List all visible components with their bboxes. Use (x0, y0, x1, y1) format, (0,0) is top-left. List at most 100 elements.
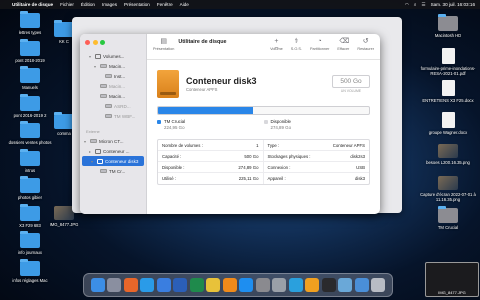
search-icon[interactable]: ⌕ (414, 2, 417, 7)
toolbar-button-restaurer[interactable]: ↺ Restaurer (357, 38, 374, 51)
sidebar-item[interactable]: Inst... (80, 71, 146, 81)
info-value: disk3 (354, 176, 365, 181)
mail-icon[interactable] (156, 278, 171, 292)
sidebar-item[interactable]: ▾ Volumes... (80, 51, 146, 61)
sidebar-item-label: Macin... (109, 63, 126, 69)
photos-icon[interactable] (206, 278, 221, 292)
menu-app-name[interactable]: Utilitaire de disque (12, 2, 53, 7)
desktop-item[interactable]: besoes L200.16.35.png (418, 144, 478, 165)
sidebar-internal-list: ▾ Volumes... ▾ Macin... Inst... Macin... Macin… (80, 51, 146, 121)
preview-icon[interactable] (338, 278, 353, 292)
desktop-item[interactable]: info journaux (0, 231, 60, 255)
info-key: Type : (267, 142, 280, 148)
sidebar-item[interactable]: ASRD... (80, 101, 146, 111)
desktop-item[interactable]: TM Crucial (418, 206, 478, 230)
desktop-item-label: info journaux (18, 250, 42, 255)
menu-fenetre[interactable]: Fenêtre (157, 2, 173, 7)
telegram-icon[interactable] (288, 278, 303, 292)
finder-icon[interactable] (90, 278, 105, 292)
desktop-item[interactable]: ENTRETIENS X3 F25.docx (418, 80, 478, 103)
terminal-icon[interactable] (321, 278, 336, 292)
pages-icon[interactable] (305, 278, 320, 292)
sidebar-item[interactable]: TM Cr... (80, 166, 146, 176)
sidebar-item-label: Micron CT... (99, 138, 124, 144)
info-cell: Disponible : 274,89 Go (158, 162, 264, 172)
toolbar-button-effacer[interactable]: ⌫ Effacer (337, 38, 349, 51)
toolbar-button-volume[interactable]: + − Volume (270, 38, 283, 52)
preferences-icon[interactable] (255, 278, 270, 292)
legend-swatch-free (263, 119, 268, 124)
sidebar-item-label: ASRD... (114, 103, 131, 109)
folder-icon (20, 258, 40, 276)
info-row: Disponible : 274,89 Go Connexion : USB (158, 162, 369, 173)
image-file-icon (54, 206, 74, 220)
sidebar-item[interactable]: ▸ Conteneur ... (80, 146, 146, 156)
toolbar-icon: ◔ (317, 38, 322, 45)
desktop-item[interactable]: photos gibier (0, 176, 60, 200)
minimize-button[interactable] (92, 40, 98, 45)
disk-utility-window: ▾ Volumes... ▾ Macin... Inst... Macin... Macin… (80, 34, 380, 214)
disk-utility-icon[interactable] (272, 278, 287, 292)
folder-icon (20, 93, 40, 111)
sidebar-item-label: Conteneur disk3 (105, 158, 139, 164)
zoom-button[interactable] (100, 40, 105, 45)
menu-bar: Utilitaire de disque Fichier Édition Ima… (0, 0, 480, 9)
drive-icon (105, 104, 112, 108)
sidebar-item[interactable]: Macin... (80, 91, 146, 101)
chevron-down-icon[interactable]: ▾ (94, 64, 98, 69)
sidebar-item[interactable]: ▾ Macin... (80, 61, 146, 71)
firefox-icon[interactable] (123, 278, 138, 292)
menu-fichier[interactable]: Fichier (60, 2, 74, 7)
document-icon (441, 112, 455, 128)
info-key: Nombre de volumes : (162, 142, 203, 148)
chevron-right-icon[interactable]: ▸ (89, 149, 93, 154)
view-label: Présentation (153, 47, 175, 51)
drive-icon (90, 139, 97, 143)
sidebar-item[interactable]: ▾ Conteneur disk3 (82, 156, 144, 166)
menu-images[interactable]: Images (102, 2, 117, 7)
close-button[interactable] (85, 40, 90, 45)
toolbar-button-label: S.O.S. (290, 47, 302, 51)
drive-icon (105, 74, 112, 78)
drive-icon (100, 84, 107, 88)
desktop-item[interactable]: Manuels (0, 66, 60, 90)
toolbar-button-sos[interactable]: ⚕ S.O.S. (291, 38, 302, 51)
word-icon[interactable] (173, 278, 188, 292)
safari-icon[interactable] (140, 278, 155, 292)
sidebar-item[interactable]: ▾ Micron CT... (80, 136, 146, 146)
sidebar-item[interactable]: TM WBF... (80, 111, 146, 121)
desktop-item[interactable]: formulaire-prime-inondations-RESA-2021-0… (418, 48, 478, 76)
chevron-down-icon[interactable]: ▾ (91, 159, 95, 164)
menu-clock[interactable]: Sam. 30 juil. 16:03:16 (431, 2, 475, 7)
toolbar-button-partitionner[interactable]: ◔ Partitionner (310, 38, 329, 51)
chevron-down-icon[interactable]: ▾ (89, 54, 93, 59)
legend-free-name: Disponible (270, 119, 292, 124)
trash-icon[interactable] (371, 278, 386, 292)
wifi-icon[interactable]: ◠ (405, 2, 409, 8)
screenshot-thumbnail[interactable]: IMG_8477.JPG (425, 262, 479, 297)
control-center-icon[interactable]: ☰ (421, 2, 425, 8)
desktop-item[interactable]: Macintosh HD (418, 14, 478, 38)
excel-icon[interactable] (189, 278, 204, 292)
menu-edition[interactable]: Édition (81, 2, 95, 7)
image-file-icon (438, 144, 458, 158)
desktop-item[interactable]: infos réglages Mac (0, 258, 60, 283)
desktop-item-label: Macintosh HD (434, 33, 462, 38)
dock (83, 273, 393, 297)
desktop-item[interactable]: groupe Wagner.docx (418, 112, 478, 135)
info-row: Nombre de volumes : 1 Type : Conteneur APFS (158, 140, 369, 151)
legend-free-size: 274,89 Go (270, 125, 292, 130)
desktop-item[interactable]: Capture d'écran 2022-07-01 à 11.16.35.pn… (418, 176, 478, 202)
vlc-icon[interactable] (222, 278, 237, 292)
desktop-item-label: photos gibier (18, 195, 42, 200)
downloads-icon[interactable] (354, 278, 369, 292)
launchpad-icon[interactable] (107, 278, 122, 292)
sidebar-item[interactable]: Macin... (80, 81, 146, 91)
chevron-down-icon[interactable]: ▾ (84, 139, 88, 144)
menu-presentation[interactable]: Présentation (124, 2, 150, 7)
app-store-icon[interactable] (239, 278, 254, 292)
desktop-item[interactable]: intrus (0, 148, 60, 173)
toolbar-button-label: Effacer (337, 47, 350, 51)
view-button[interactable]: ▤ Présentation (153, 38, 174, 51)
menu-aide[interactable]: Aide (180, 2, 189, 7)
